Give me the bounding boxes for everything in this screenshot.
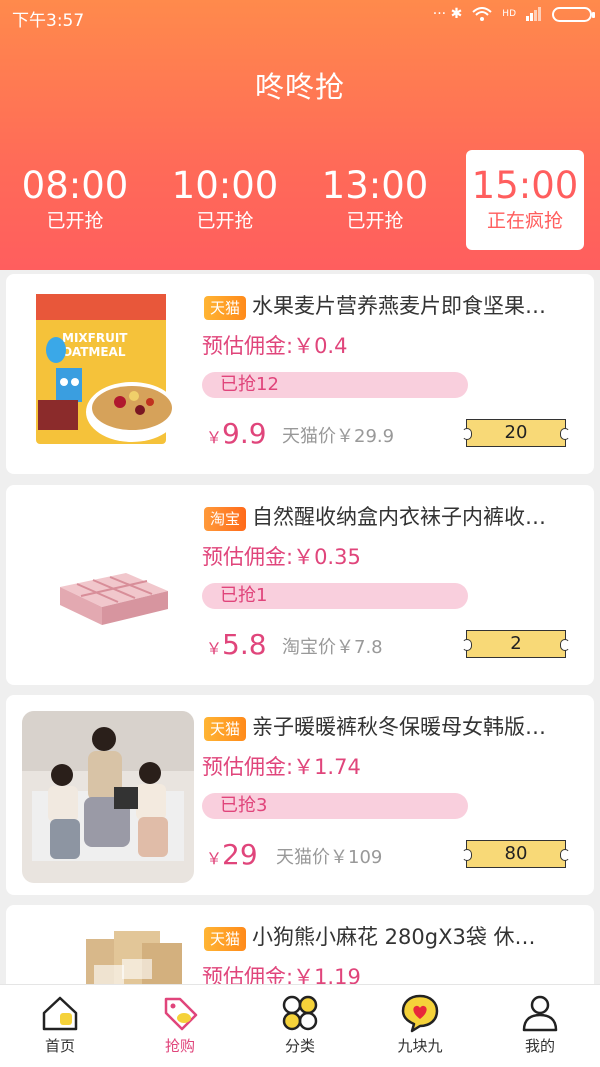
product-title: 自然醒收纳盒内衣袜子内裤收… [252,505,546,529]
coupon-ticket[interactable]: 80 [462,840,570,868]
currency-symbol: ￥ [206,428,223,447]
price-value: 9.9 [222,417,267,450]
grabbed-label: 已抢1 [220,585,268,606]
original-price: 天猫价￥109 [276,847,383,868]
slot-state: 已开抢 [346,210,404,232]
grabbed-label: 已抢3 [220,795,268,816]
page-title: 咚咚抢 [254,70,345,104]
status-time: 下午3:57 [12,11,85,31]
original-price: 天猫价￥29.9 [282,426,395,447]
tab-label: 首页 [44,1037,75,1055]
price: ￥5.8 [206,625,267,669]
price-value: 29 [222,838,258,871]
category-icon [282,995,318,1031]
tab-label: 抢购 [164,1037,195,1055]
battery-icon [552,6,595,22]
platform-badge: 天猫 [204,296,247,320]
status-icons: ··· ✱ HD [432,6,595,22]
svg-text:MIXFRUIT: MIXFRUIT [62,331,128,345]
oatmeal-package-image: MIXFRUIT OATMEAL [22,290,194,462]
commission-text: 预估佣金:￥0.35 [202,545,361,569]
tab-label: 我的 [524,1037,555,1055]
tab-label: 分类 [284,1037,315,1055]
product-title: 水果麦片营养燕麦片即食坚果… [252,294,546,318]
bottom-tab-bar: 首页 抢购 分类 九块九 我的 [0,984,600,1067]
commission-text: 预估佣金:￥0.4 [202,334,348,358]
product-title: 亲子暖暖裤秋冬保暖母女韩版… [252,715,546,739]
home-icon [42,996,78,1031]
product-card[interactable]: MIXFRUIT OATMEAL 天猫 水果麦片营养燕麦片即食坚果… 预估佣金:… [6,274,594,474]
tab-label: 九块九 [397,1037,443,1055]
time-slot-1000[interactable]: 10:00 已开抢 [150,150,300,250]
price: ￥29 [206,835,258,879]
coupon-ticket[interactable]: 2 [462,630,570,658]
product-card[interactable]: 淘宝 自然醒收纳盒内衣袜子内裤收… 预估佣金:￥0.35 已抢1 ￥5.8 淘宝… [6,485,594,685]
slot-state: 已开抢 [196,210,254,232]
tab-home[interactable]: 首页 [0,985,120,1067]
price: ￥9.9 [206,414,267,458]
currency-symbol: ￥ [206,639,223,658]
slot-time: 08:00 [21,164,129,207]
time-slot-bar: 08:00 已开抢 10:00 已开抢 13:00 已开抢 15:00 正在疯抢 [0,150,600,250]
time-slot-0800[interactable]: 08:00 已开抢 [0,150,150,250]
storage-box-image [22,501,194,673]
platform-badge: 天猫 [204,927,247,951]
platform-badge: 天猫 [204,717,247,741]
slot-state: 已开抢 [46,210,104,232]
grabbed-progress: 已抢12 [202,372,468,398]
currency-symbol: ￥ [206,849,223,868]
family-photo-image [22,711,194,883]
grabbed-progress: 已抢3 [202,793,468,819]
tab-flash-sale[interactable]: 抢购 [120,985,240,1067]
tab-nine-nine[interactable]: 九块九 [360,985,480,1067]
svg-text:OATMEAL: OATMEAL [62,345,126,359]
tab-category[interactable]: 分类 [240,985,360,1067]
heart-bubble-icon [401,994,439,1033]
product-card[interactable]: 天猫 亲子暖暖裤秋冬保暖母女韩版… 预估佣金:￥1.74 已抢3 ￥29 天猫价… [6,695,594,895]
grabbed-label: 已抢12 [220,374,279,395]
platform-badge: 淘宝 [204,507,247,531]
status-bar: 下午3:57 ··· ✱ HD [0,0,600,34]
wifi-icon [472,7,492,21]
time-slot-1300[interactable]: 13:00 已开抢 [300,150,450,250]
price-value: 5.8 [222,628,267,661]
coupon-ticket[interactable]: 20 [462,419,570,447]
header: 下午3:57 ··· ✱ HD 咚咚抢 08:00 已开抢 10:00 已开抢 … [0,0,600,270]
grabbed-progress: 已抢1 [202,583,468,609]
tag-icon [164,997,198,1031]
commission-text: 预估佣金:￥1.74 [202,755,361,779]
signal-icon [526,7,541,21]
user-icon [522,995,558,1032]
slot-time: 10:00 [171,164,279,207]
slot-time: 13:00 [321,164,429,207]
slot-time: 15:00 [471,164,579,207]
network-hd-label: HD [502,9,516,19]
original-price: 淘宝价￥7.8 [282,637,383,658]
product-title: 小狗熊小麻花 280gX3袋 休… [252,925,536,949]
slot-state: 正在疯抢 [486,210,563,232]
tab-mine[interactable]: 我的 [480,985,600,1067]
time-slot-1500[interactable]: 15:00 正在疯抢 [466,150,584,250]
status-dots-icon: ··· ✱ [432,6,463,22]
